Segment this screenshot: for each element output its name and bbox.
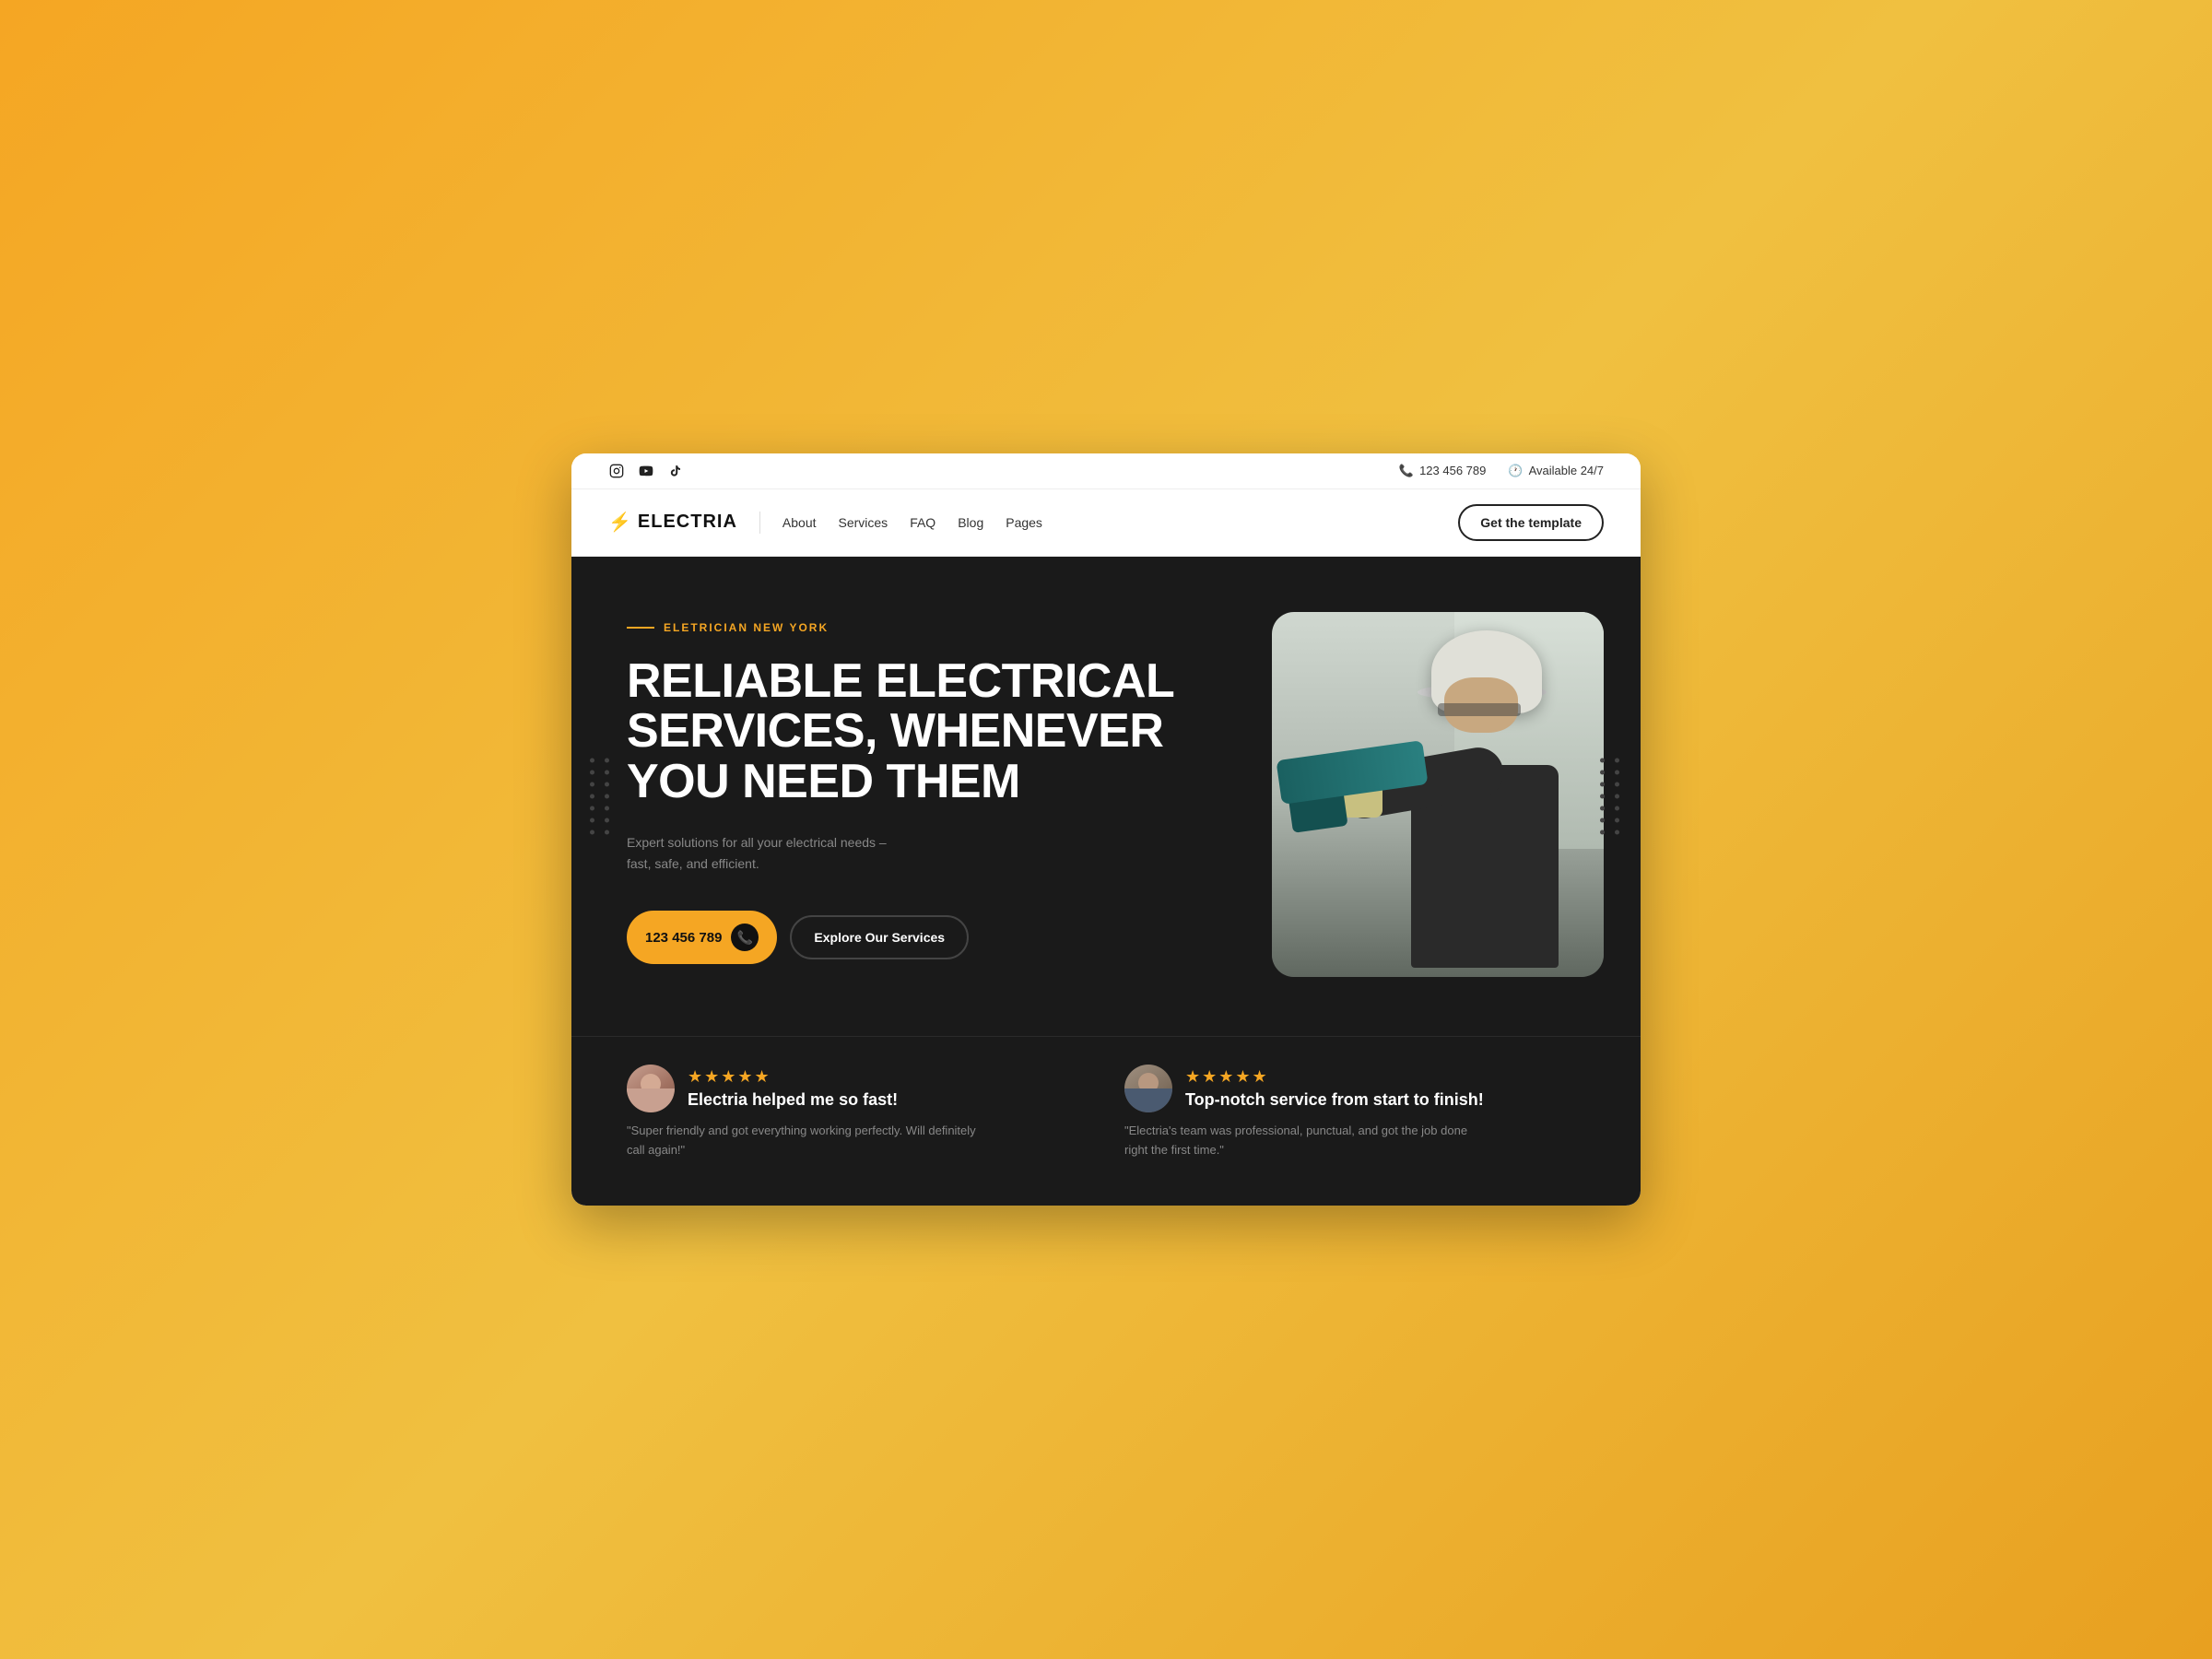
dot [1600,818,1605,822]
phone-icon: 📞 [1399,464,1414,478]
phone-cta-button[interactable]: 123 456 789 📞 [627,911,777,964]
review-card-1: ★★★★★ Electria helped me so fast! "Super… [627,1065,1088,1160]
availability-info: 🕐 Available 24/7 [1508,464,1604,478]
logo[interactable]: ⚡ ELECTRIA [608,511,737,534]
hero-actions: 123 456 789 📞 Explore Our Services [627,911,1235,964]
social-icons [608,463,684,479]
dot [605,830,609,834]
review-card-2: ★★★★★ Top-notch service from start to fi… [1124,1065,1585,1160]
review-stars-1: ★★★★★ [688,1067,898,1087]
top-bar: 📞 123 456 789 🕐 Available 24/7 [571,453,1641,489]
nav-blog[interactable]: Blog [958,515,983,530]
review-title-2: Top-notch service from start to finish! [1185,1090,1484,1110]
dot-grid-right [1600,758,1622,834]
nav-links: About Services FAQ Blog Pages [782,515,1042,530]
review-title-1: Electria helped me so fast! [688,1090,898,1110]
dot [590,782,594,786]
phone-cta-number: 123 456 789 [645,930,722,946]
dot-grid-left [590,758,612,834]
dot [590,818,594,822]
youtube-icon[interactable] [638,463,654,479]
explore-services-button[interactable]: Explore Our Services [790,915,969,959]
hero-title-line2: SERVICES, WHENEVER [627,704,1163,758]
hero-subtitle: Expert solutions for all your electrical… [627,832,903,874]
navbar: ⚡ ELECTRIA About Services FAQ Blog Pages… [571,489,1641,557]
dot [590,830,594,834]
nav-divider [759,512,760,534]
hero-title: RELIABLE ELECTRICAL SERVICES, WHENEVER Y… [627,656,1235,807]
dot [590,770,594,774]
worker-illustration [1272,612,1604,977]
dot [590,794,594,798]
dot [1600,782,1605,786]
nav-about[interactable]: About [782,515,817,530]
browser-window: 📞 123 456 789 🕐 Available 24/7 ⚡ ELECTRI… [571,453,1641,1206]
hero-tag: ELETRICIAN NEW YORK [627,621,1235,634]
dot [605,782,609,786]
dot [1600,758,1605,762]
dot [605,758,609,762]
dot [605,794,609,798]
review-info-2: ★★★★★ Top-notch service from start to fi… [1185,1067,1484,1110]
female-avatar [627,1065,675,1112]
clock-icon: 🕐 [1508,464,1523,478]
dot [590,758,594,762]
dot [1615,758,1619,762]
dot [590,806,594,810]
nav-faq[interactable]: FAQ [910,515,935,530]
top-bar-right: 📞 123 456 789 🕐 Available 24/7 [1399,464,1604,478]
hero-image [1272,612,1604,977]
phone-number: 123 456 789 [1419,464,1486,477]
hero-content: ELETRICIAN NEW YORK RELIABLE ELECTRICAL … [627,612,1235,965]
phone-info: 📞 123 456 789 [1399,464,1486,478]
review-top-2: ★★★★★ Top-notch service from start to fi… [1124,1065,1585,1112]
get-template-button[interactable]: Get the template [1458,504,1604,541]
dot [605,818,609,822]
nav-services[interactable]: Services [839,515,888,530]
dot [1615,782,1619,786]
dot [1600,830,1605,834]
dot [1615,806,1619,810]
review-text-1: "Super friendly and got everything worki… [627,1122,995,1160]
hero-section: ELETRICIAN NEW YORK RELIABLE ELECTRICAL … [571,557,1641,1036]
review-info-1: ★★★★★ Electria helped me so fast! [688,1067,898,1110]
dot [1600,806,1605,810]
instagram-icon[interactable] [608,463,625,479]
hero-title-line3: YOU NEED THEM [627,755,1020,808]
male-avatar [1124,1065,1172,1112]
dot [1615,830,1619,834]
review-text-2: "Electria's team was professional, punct… [1124,1122,1493,1160]
reviews-section: ★★★★★ Electria helped me so fast! "Super… [571,1036,1641,1206]
review-stars-2: ★★★★★ [1185,1067,1484,1087]
hero-title-line1: RELIABLE ELECTRICAL [627,654,1174,708]
dot [1615,770,1619,774]
bolt-icon: ⚡ [608,511,632,534]
navbar-left: ⚡ ELECTRIA About Services FAQ Blog Pages [608,511,1042,534]
dot [1615,794,1619,798]
review-top-1: ★★★★★ Electria helped me so fast! [627,1065,1088,1112]
logo-text: ELECTRIA [638,512,737,533]
nav-pages[interactable]: Pages [1006,515,1042,530]
tiktok-icon[interactable] [667,463,684,479]
phone-button-icon: 📞 [731,924,759,951]
dot [605,806,609,810]
dot [605,770,609,774]
dot [1600,770,1605,774]
hero-image-area [1272,612,1604,977]
availability-text: Available 24/7 [1529,464,1604,477]
dot [1600,794,1605,798]
tag-line-decoration [627,627,654,629]
hero-tag-text: ELETRICIAN NEW YORK [664,621,829,634]
dot [1615,818,1619,822]
glasses [1438,703,1521,716]
reviewer-avatar-1 [627,1065,675,1112]
reviewer-avatar-2 [1124,1065,1172,1112]
